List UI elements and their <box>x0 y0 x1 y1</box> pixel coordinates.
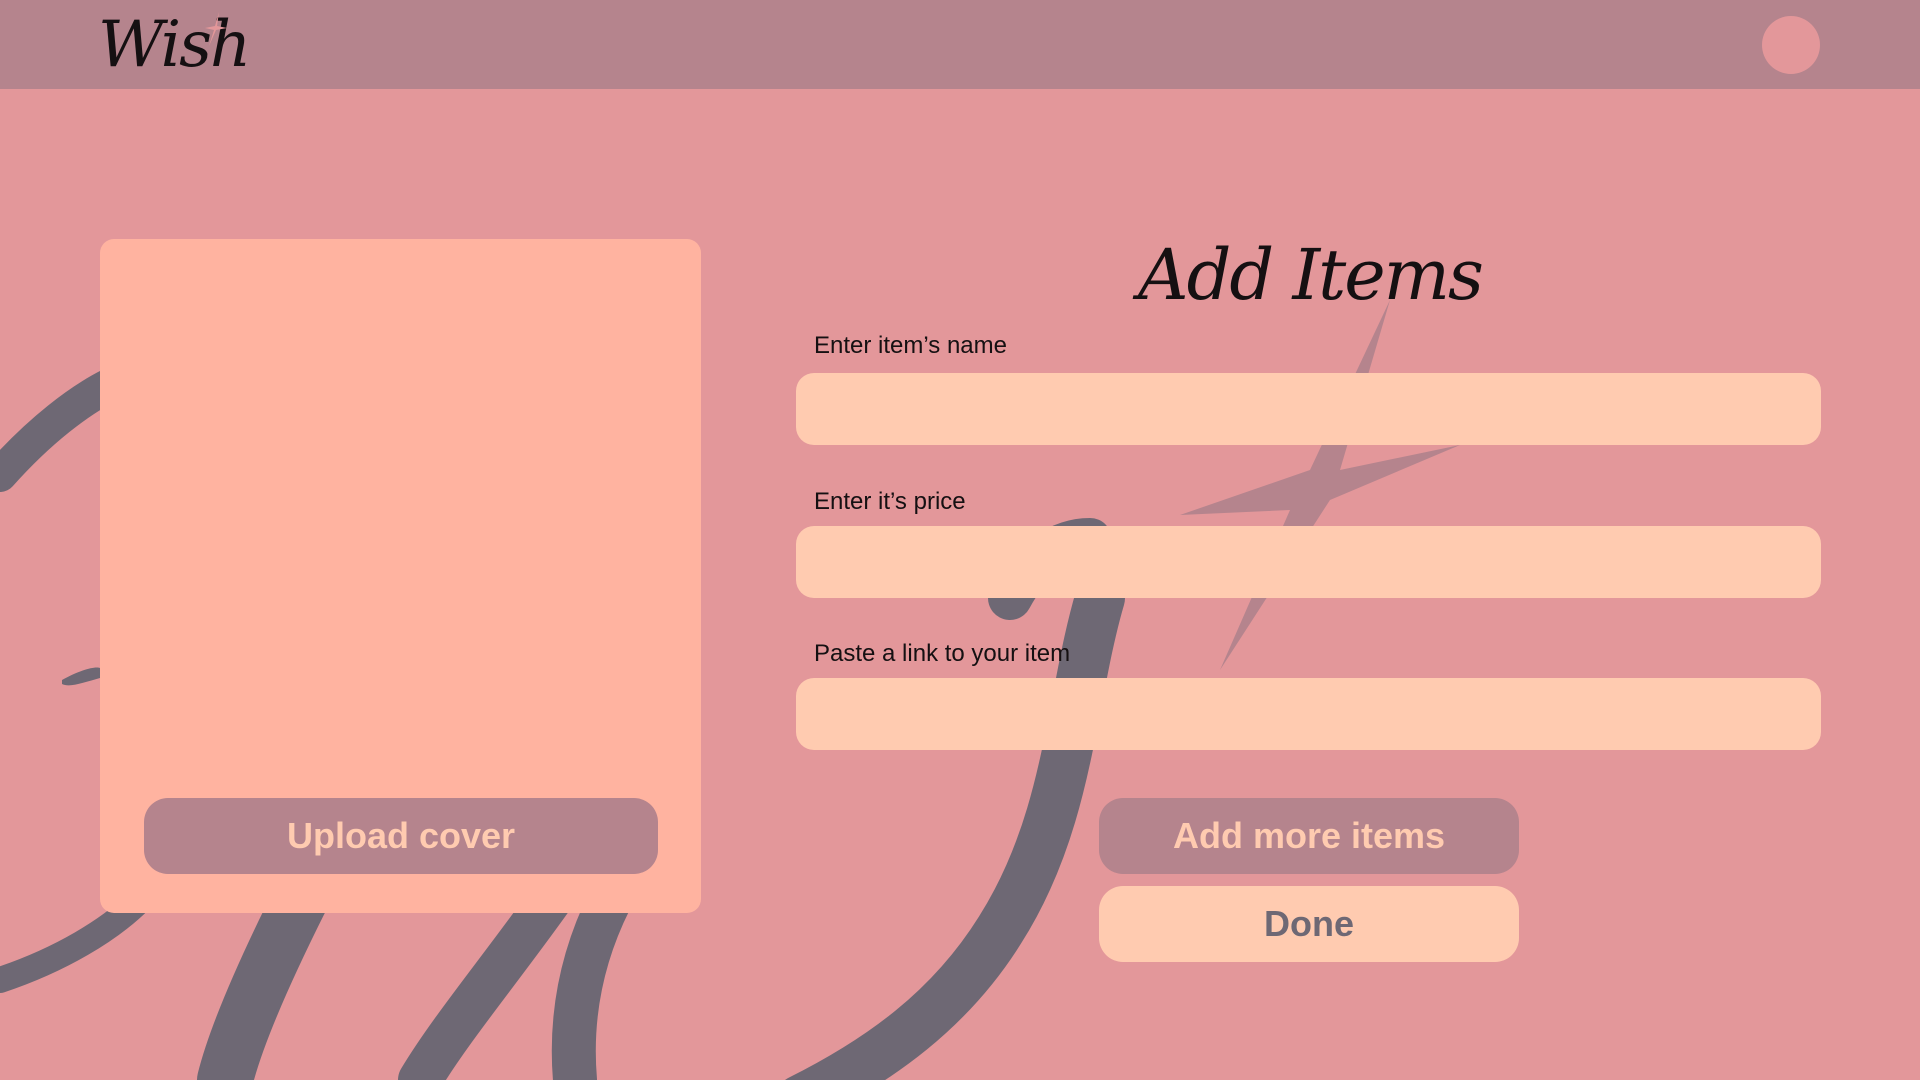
item-link-label: Paste a link to your item <box>814 640 1071 667</box>
item-name-label: Enter item’s name <box>814 332 1007 359</box>
sparkle-icon <box>205 12 227 46</box>
top-bar: Wish <box>0 0 1920 89</box>
done-button[interactable]: Done <box>1099 886 1519 962</box>
page-title: Add Items <box>1138 234 1484 316</box>
avatar[interactable] <box>1762 16 1820 74</box>
item-name-input[interactable] <box>796 373 1821 445</box>
upload-cover-button[interactable]: Upload cover <box>144 798 658 874</box>
item-link-input[interactable] <box>796 678 1821 750</box>
cover-image-area[interactable]: Upload cover <box>100 239 701 913</box>
item-price-input[interactable] <box>796 526 1821 598</box>
item-price-label: Enter it’s price <box>814 488 966 515</box>
add-more-items-button[interactable]: Add more items <box>1099 798 1519 874</box>
